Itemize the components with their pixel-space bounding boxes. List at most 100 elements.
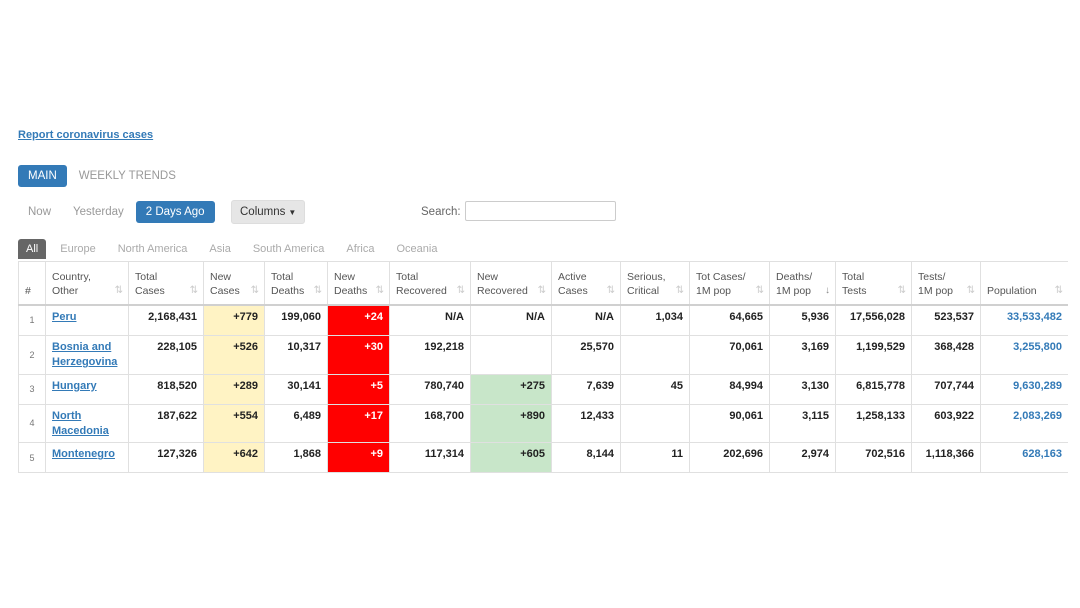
- cell-total-tests: 1,258,133: [835, 403, 912, 444]
- col-header-rank[interactable]: #: [18, 261, 46, 306]
- caret-down-icon: ▼: [288, 208, 297, 217]
- cell-new-recovered: [470, 335, 552, 375]
- col-header-new-cases[interactable]: New Cases ⇅: [203, 261, 265, 306]
- col-header-new-recovered[interactable]: New Recovered ⇅: [470, 261, 552, 306]
- tab-region-africa[interactable]: Africa: [338, 239, 382, 259]
- header-line: Cases: [135, 284, 165, 297]
- country-link[interactable]: North Macedonia: [52, 410, 109, 437]
- country-link[interactable]: Bosnia and Herzegovina: [52, 341, 117, 368]
- cell-new-deaths: +5: [327, 373, 390, 405]
- col-header-total-deaths[interactable]: Total Deaths ⇅: [264, 261, 328, 306]
- cell-new-recovered: +275: [470, 373, 552, 405]
- header-line: Deaths: [334, 284, 368, 297]
- cell-total-deaths: 6,489: [264, 403, 328, 444]
- tab-region-north-america[interactable]: North America: [110, 239, 196, 259]
- cell-total-cases: 228,105: [128, 335, 204, 375]
- header-line: Active: [558, 270, 587, 283]
- cell-deaths-per-1m: 3,115: [769, 403, 836, 444]
- header-line: 1M pop: [918, 284, 954, 297]
- col-header-tests-per-1m[interactable]: Tests/1M pop ⇅: [911, 261, 981, 306]
- cell-serious-critical: 11: [620, 442, 690, 474]
- cell-total-tests: 1,199,529: [835, 335, 912, 375]
- header-line: 1M pop: [696, 284, 732, 297]
- country-link[interactable]: Montenegro: [52, 448, 115, 460]
- tab-main[interactable]: MAIN: [18, 165, 67, 187]
- cell-rank: 4: [18, 403, 46, 444]
- cell-new-recovered: +890: [470, 403, 552, 444]
- header-line: Deaths: [271, 284, 305, 297]
- col-header-population[interactable]: Population ⇅: [980, 261, 1068, 306]
- cell-population: 2,083,269: [980, 403, 1068, 444]
- cell-total-deaths: 1,868: [264, 442, 328, 474]
- table-row: 1 Peru 2,168,431 +779 199,060 +24 N/A N/…: [18, 304, 1068, 336]
- columns-button[interactable]: Columns ▼: [231, 200, 306, 224]
- cell-population: 3,255,800: [980, 335, 1068, 375]
- cell-total-tests: 17,556,028: [835, 304, 912, 336]
- tab-region-oceania[interactable]: Oceania: [389, 239, 446, 259]
- header-line: Critical: [627, 284, 660, 297]
- col-header-serious-critical[interactable]: Serious, Critical ⇅: [620, 261, 690, 306]
- columns-button-label: Columns: [240, 206, 286, 218]
- sort-icon: ⇅: [606, 284, 615, 296]
- col-header-total-cases[interactable]: Total Cases ⇅: [128, 261, 204, 306]
- header-line: Population: [987, 284, 1037, 297]
- tab-region-all[interactable]: All: [18, 239, 47, 259]
- cell-new-recovered: N/A: [470, 304, 552, 336]
- report-cases-link[interactable]: Report coronavirus cases: [18, 129, 153, 141]
- sort-icon: ⇅: [250, 284, 259, 296]
- cell-total-recovered: 192,218: [389, 335, 471, 375]
- cell-rank: 5: [18, 442, 46, 474]
- cell-total-recovered: 780,740: [389, 373, 471, 405]
- tab-now[interactable]: Now: [18, 201, 61, 223]
- cell-cases-per-1m: 84,994: [689, 373, 770, 405]
- covid-table: # Country, Other ⇅ Total Cases ⇅ New Cases ⇅ T…: [18, 261, 1068, 474]
- cell-new-cases: +642: [203, 442, 265, 474]
- sort-icon: ⇅: [114, 284, 123, 296]
- col-header-new-deaths[interactable]: New Deaths ⇅: [327, 261, 390, 306]
- cell-rank: 2: [18, 335, 46, 375]
- cell-active-cases: 8,144: [551, 442, 621, 474]
- cell-serious-critical: 1,034: [620, 304, 690, 336]
- header-line: Serious,: [627, 270, 666, 283]
- header-line: Deaths/: [776, 270, 813, 283]
- col-header-country[interactable]: Country, Other ⇅: [45, 261, 129, 306]
- cell-new-deaths: +30: [327, 335, 390, 375]
- search-input[interactable]: [465, 201, 616, 221]
- cell-cases-per-1m: 90,061: [689, 403, 770, 444]
- cell-total-tests: 702,516: [835, 442, 912, 474]
- cell-total-tests: 6,815,778: [835, 373, 912, 405]
- col-header-total-recovered[interactable]: Total Recovered ⇅: [389, 261, 471, 306]
- col-header-total-tests[interactable]: Total Tests ⇅: [835, 261, 912, 306]
- header-line: Recovered: [477, 284, 528, 297]
- header-line: Total: [842, 270, 865, 283]
- country-link[interactable]: Hungary: [52, 380, 97, 392]
- cell-new-cases: +526: [203, 335, 265, 375]
- cell-new-cases: +289: [203, 373, 265, 405]
- view-tabs: MAIN WEEKLY TRENDS: [18, 165, 186, 187]
- tab-weekly-trends[interactable]: WEEKLY TRENDS: [69, 165, 186, 187]
- tab-region-south-america[interactable]: South America: [245, 239, 333, 259]
- col-header-cases-per-1m[interactable]: Tot Cases/1M pop ⇅: [689, 261, 770, 306]
- cell-tests-per-1m: 603,922: [911, 403, 981, 444]
- header-line: Other: [52, 284, 79, 297]
- cell-new-deaths: +9: [327, 442, 390, 474]
- tab-2-days-ago[interactable]: 2 Days Ago: [135, 201, 215, 223]
- sort-icon: ⇅: [313, 284, 322, 296]
- tab-region-europe[interactable]: Europe: [52, 239, 103, 259]
- cell-tests-per-1m: 707,744: [911, 373, 981, 405]
- tab-yesterday[interactable]: Yesterday: [63, 201, 134, 223]
- header-line: Cases: [558, 284, 588, 297]
- country-link[interactable]: Peru: [52, 311, 76, 323]
- cell-tests-per-1m: 523,537: [911, 304, 981, 336]
- col-header-deaths-per-1m[interactable]: Deaths/1M pop ↓: [769, 261, 836, 306]
- cell-active-cases: N/A: [551, 304, 621, 336]
- col-header-active-cases[interactable]: Active Cases ⇅: [551, 261, 621, 306]
- cell-total-recovered: 168,700: [389, 403, 471, 444]
- sort-icon: ⇅: [456, 284, 465, 296]
- covid-table-container: # Country, Other ⇅ Total Cases ⇅ New Cases ⇅ T…: [18, 261, 1068, 478]
- table-row: 3 Hungary 818,520 +289 30,141 +5 780,740…: [18, 373, 1068, 405]
- cell-country: Hungary: [45, 373, 129, 405]
- tab-region-asia[interactable]: Asia: [201, 239, 238, 259]
- sort-icon: ⇅: [375, 284, 384, 296]
- cell-total-deaths: 10,317: [264, 335, 328, 375]
